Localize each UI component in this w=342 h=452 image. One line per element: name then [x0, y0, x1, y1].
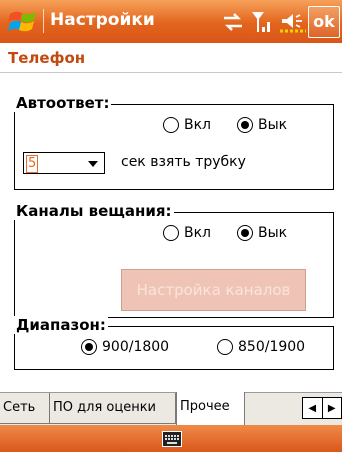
- volume-icon[interactable]: [280, 10, 306, 34]
- channel-settings-button[interactable]: Настройка каналов: [121, 269, 306, 311]
- autoanswer-legend: Автоответ:: [14, 94, 112, 112]
- windows-start-icon[interactable]: [8, 8, 38, 36]
- softkey-bar: [0, 425, 342, 452]
- radio-selected-dot: [241, 121, 249, 129]
- radio-selected-dot: [241, 229, 249, 237]
- rings-dropdown[interactable]: 5: [23, 152, 105, 174]
- signal-icon[interactable]: [250, 10, 274, 34]
- radio-label: Вкл: [184, 225, 212, 241]
- title-bar: Настройки ok: [0, 0, 342, 43]
- page-title: Телефон: [8, 49, 86, 67]
- window-title: Настройки: [50, 10, 155, 30]
- radio-circle: [163, 117, 179, 133]
- radio-label: Вкл: [184, 117, 212, 133]
- autoanswer-on-radio[interactable]: Вкл: [163, 117, 211, 133]
- band-850-1900-radio[interactable]: 850/1900: [217, 339, 305, 355]
- chevron-down-icon: [88, 161, 98, 167]
- chevron-left-icon: ◀: [308, 402, 317, 414]
- tab-scroll-right-button[interactable]: ▶: [321, 398, 342, 418]
- page-divider: [0, 72, 342, 73]
- radio-circle: [217, 339, 233, 355]
- keyboard-icon[interactable]: [162, 431, 182, 447]
- radio-circle: [163, 225, 179, 241]
- rings-suffix-label: сек взять трубку: [121, 154, 246, 170]
- radio-selected-dot: [85, 343, 93, 351]
- radio-circle: [81, 339, 97, 355]
- title-separator: [43, 9, 44, 33]
- broadcast-group: Каналы вещания: Вкл Вык Настройка канало…: [14, 202, 334, 318]
- tab-network[interactable]: Сеть: [0, 393, 50, 424]
- autoanswer-off-radio[interactable]: Вык: [237, 117, 287, 133]
- radio-circle: [237, 225, 253, 241]
- band-group: Диапазон: 900/1800 850/1900: [14, 316, 334, 370]
- radio-label: 900/1800: [102, 339, 170, 355]
- tab-bar: Сеть ПО для оценки Прочее ◀ ▶: [0, 392, 342, 426]
- connectivity-icon[interactable]: [222, 10, 244, 34]
- band-legend: Диапазон:: [14, 316, 108, 334]
- radio-label: Вык: [258, 225, 288, 241]
- tab-scroll-left-button[interactable]: ◀: [303, 398, 322, 418]
- tab-scroll-control: ◀ ▶: [302, 397, 342, 419]
- radio-label: Вык: [258, 117, 288, 133]
- broadcast-off-radio[interactable]: Вык: [237, 225, 287, 241]
- radio-circle: [237, 117, 253, 133]
- chevron-right-icon: ▶: [327, 402, 336, 414]
- band-900-1800-radio[interactable]: 900/1800: [81, 339, 169, 355]
- broadcast-legend: Каналы вещания:: [14, 202, 174, 220]
- rings-value: 5: [26, 155, 39, 173]
- broadcast-on-radio[interactable]: Вкл: [163, 225, 211, 241]
- page-header: Телефон: [0, 43, 342, 73]
- autoanswer-group: Автоответ: Вкл Вык 5 сек взять трубку: [14, 94, 334, 190]
- tab-rating-software[interactable]: ПО для оценки: [50, 393, 176, 424]
- radio-label: 850/1900: [238, 339, 306, 355]
- tab-other[interactable]: Прочее: [176, 392, 245, 425]
- ok-button[interactable]: ok: [308, 6, 340, 38]
